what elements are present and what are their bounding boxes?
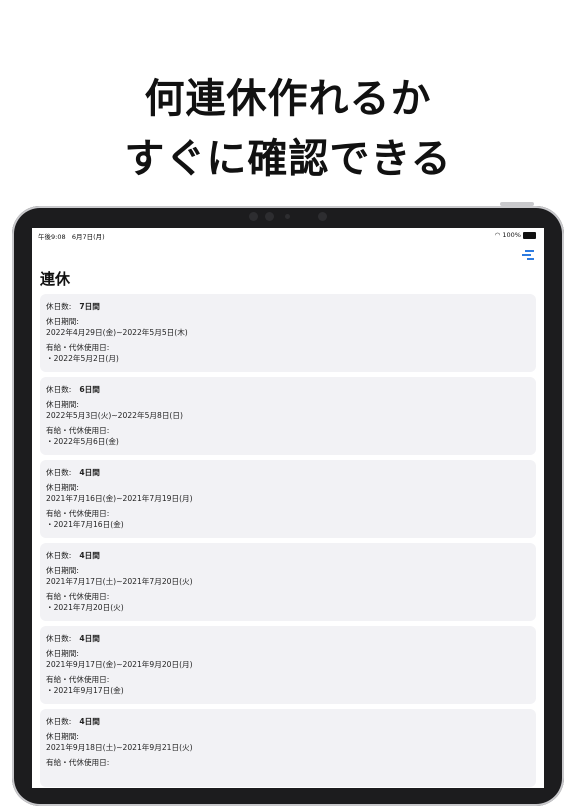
list-item[interactable]: 休日数: 4日間 休日期間: 2021年9月18日(土)~2021年9月21日(火… [40, 709, 536, 787]
camera-sensor [265, 212, 274, 221]
period-label: 休日期間: [46, 649, 79, 658]
period-value: 2021年7月16日(金)~2021年7月19日(月) [46, 494, 193, 503]
days-label: 休日数: [46, 551, 72, 560]
days-label: 休日数: [46, 468, 72, 477]
days-label: 休日数: [46, 634, 72, 643]
paid-label: 有給・代休使用日: [46, 592, 110, 601]
headline-line-2: すぐに確認できる [124, 136, 452, 182]
paid-label: 有給・代休使用日: [46, 758, 110, 767]
paid-value: ・2022年5月2日(月) [46, 354, 119, 363]
battery-icon [523, 231, 536, 239]
camera-sensor [318, 212, 327, 221]
filter-icon[interactable] [522, 249, 534, 261]
status-bar: 午後9:08 6月7日(月) ◠ 100% [32, 228, 544, 242]
holiday-list: 休日数: 7日間 休日期間: 2022年4月29日(金)~2022年5月5日(木)… [40, 294, 536, 788]
days-value: 4日間 [79, 717, 100, 726]
days-label: 休日数: [46, 717, 72, 726]
period-label: 休日期間: [46, 566, 79, 575]
list-item[interactable]: 休日数: 4日間 休日期間: 2021年7月16日(金)~2021年7月19日(月… [40, 460, 536, 538]
page-title: 連休 [40, 270, 71, 288]
paid-label: 有給・代休使用日: [46, 426, 110, 435]
paid-value: ・2021年7月20日(火) [46, 603, 124, 612]
paid-label: 有給・代休使用日: [46, 343, 110, 352]
paid-value: ・2022年5月6日(金) [46, 437, 119, 446]
period-label: 休日期間: [46, 732, 79, 741]
status-time: 午後9:08 [38, 233, 66, 241]
period-label: 休日期間: [46, 400, 79, 409]
days-value: 4日間 [79, 551, 100, 560]
headline-line-1: 何連休作れるか [144, 76, 432, 122]
camera-lens [285, 214, 290, 219]
days-value: 7日間 [79, 302, 100, 311]
paid-value: ・2021年9月17日(金) [46, 686, 124, 695]
period-value: 2021年9月18日(土)~2021年9月21日(火) [46, 743, 193, 752]
list-item[interactable]: 休日数: 7日間 休日期間: 2022年4月29日(金)~2022年5月5日(木)… [40, 294, 536, 372]
period-value: 2022年5月3日(火)~2022年5月8日(日) [46, 411, 183, 420]
wifi-icon: ◠ [494, 231, 501, 239]
period-value: 2021年9月17日(金)~2021年9月20日(月) [46, 660, 193, 669]
paid-label: 有給・代休使用日: [46, 675, 110, 684]
days-value: 4日間 [79, 468, 100, 477]
period-value: 2022年4月29日(金)~2022年5月5日(木) [46, 328, 188, 337]
days-value: 4日間 [79, 634, 100, 643]
days-label: 休日数: [46, 302, 72, 311]
list-item[interactable]: 休日数: 4日間 休日期間: 2021年7月17日(土)~2021年7月20日(火… [40, 543, 536, 621]
period-value: 2021年7月17日(土)~2021年7月20日(火) [46, 577, 193, 586]
days-label: 休日数: [46, 385, 72, 394]
days-value: 6日間 [79, 385, 100, 394]
paid-value: ・2021年7月16日(金) [46, 520, 124, 529]
list-item[interactable]: 休日数: 4日間 休日期間: 2021年9月17日(金)~2021年9月20日(月… [40, 626, 536, 704]
battery-percentage: 100% [502, 231, 521, 239]
status-time-date: 午後9:08 6月7日(月) [38, 231, 105, 241]
status-right: ◠ 100% [495, 231, 536, 239]
period-label: 休日期間: [46, 483, 79, 492]
status-date: 6月7日(月) [71, 233, 105, 241]
period-label: 休日期間: [46, 317, 79, 326]
app-screen: 午後9:08 6月7日(月) ◠ 100% 連休 休日数: 7日間 休日期間: 2… [32, 228, 544, 788]
list-item[interactable]: 休日数: 6日間 休日期間: 2022年5月3日(火)~2022年5月8日(日) … [40, 377, 536, 455]
camera-sensor [249, 212, 258, 221]
paid-label: 有給・代休使用日: [46, 509, 110, 518]
